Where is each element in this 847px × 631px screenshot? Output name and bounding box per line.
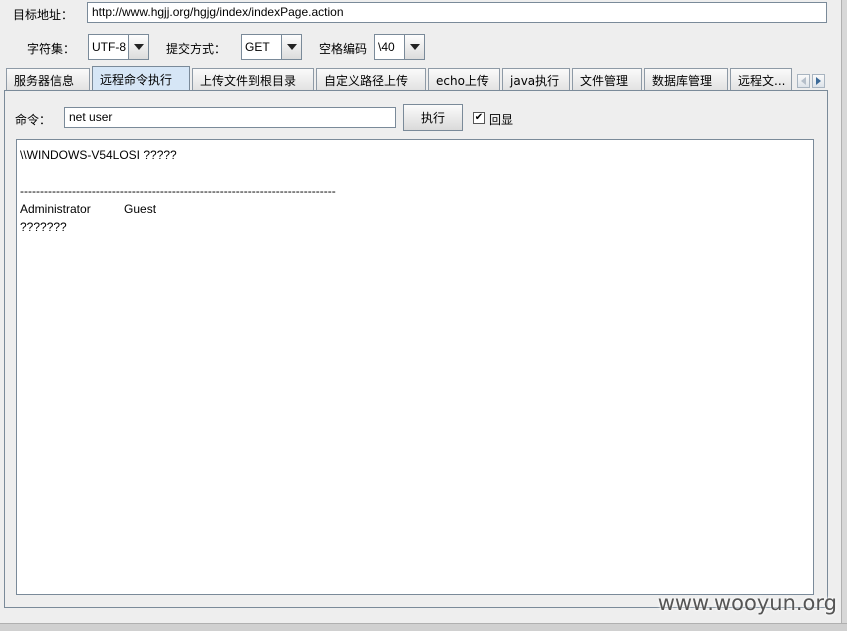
- execute-button[interactable]: 执行: [403, 104, 463, 131]
- output-line: \\WINDOWS-V54LOSI ?????: [20, 148, 177, 162]
- space-encoding-value: \40: [378, 40, 395, 54]
- command-label: 命令：: [15, 113, 52, 127]
- target-url-field[interactable]: http://www.hgjj.org/hgjg/index/indexPage…: [87, 2, 827, 23]
- method-label: 提交方式：: [166, 42, 227, 56]
- tab-bar: 服务器信息 远程命令执行 上传文件到根目录 自定义路径上传 echo上传 jav…: [6, 66, 794, 90]
- tab-java-exec[interactable]: java执行: [502, 68, 570, 90]
- echo-checkbox[interactable]: ✔: [473, 112, 485, 124]
- method-value: GET: [245, 40, 270, 54]
- command-output-area[interactable]: \\WINDOWS-V54LOSI ????? ----------------…: [16, 139, 814, 595]
- chevron-down-icon[interactable]: [281, 35, 301, 59]
- space-encoding-select[interactable]: \40: [374, 34, 425, 60]
- tab-remote-file[interactable]: 远程文...: [730, 68, 792, 90]
- chevron-down-icon[interactable]: [128, 35, 148, 59]
- space-encoding-label: 空格编码: [319, 42, 368, 56]
- tab-scroll-left-icon[interactable]: [797, 74, 810, 88]
- target-url-label: 目标地址：: [13, 8, 74, 22]
- charset-label: 字符集：: [27, 42, 76, 56]
- output-line: ???????: [20, 220, 67, 234]
- window-bottom-border: [0, 623, 847, 631]
- tab-file-manager[interactable]: 文件管理: [572, 68, 642, 90]
- method-select[interactable]: GET: [241, 34, 302, 60]
- tab-custom-path-upload[interactable]: 自定义路径上传: [316, 68, 426, 90]
- output-line: Administrator Guest: [20, 202, 157, 216]
- charset-value: UTF-8: [92, 40, 126, 54]
- tab-database-manager[interactable]: 数据库管理: [644, 68, 728, 90]
- tab-scroll-right-icon[interactable]: [812, 74, 825, 88]
- tab-upload-root[interactable]: 上传文件到根目录: [192, 68, 314, 90]
- tab-server-info[interactable]: 服务器信息: [6, 68, 90, 90]
- echo-label: 回显: [489, 113, 514, 127]
- watermark: www.wooyun.org: [657, 591, 837, 615]
- tab-remote-command[interactable]: 远程命令执行: [92, 66, 190, 90]
- output-line: ----------------------------------------…: [20, 184, 336, 198]
- window-right-border: [841, 0, 847, 631]
- command-input[interactable]: net user: [64, 107, 396, 128]
- chevron-down-icon[interactable]: [404, 35, 424, 59]
- tab-echo-upload[interactable]: echo上传: [428, 68, 500, 90]
- charset-select[interactable]: UTF-8: [88, 34, 149, 60]
